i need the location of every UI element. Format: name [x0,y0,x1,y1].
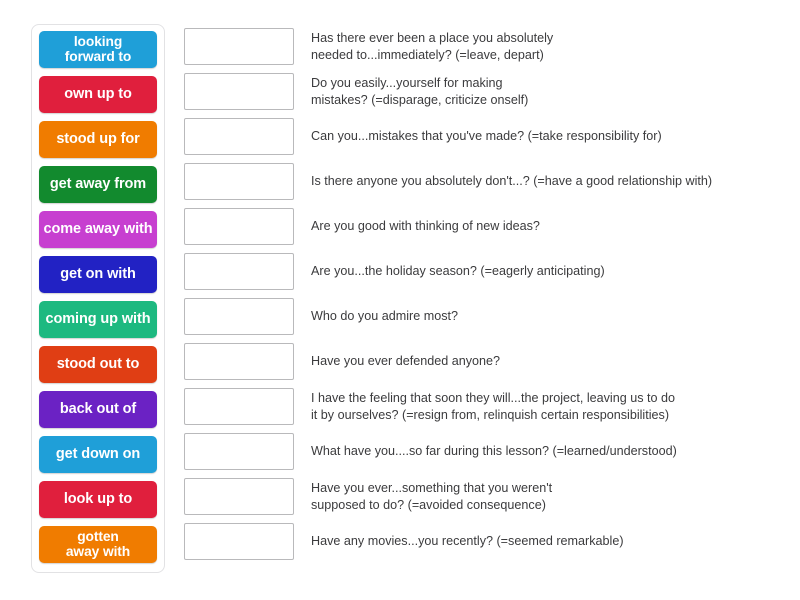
answer-dropzone[interactable] [184,208,294,245]
question-row: Do you easily...yourself for making mist… [184,69,784,114]
draggable-tile[interactable]: look up to [39,481,157,518]
draggable-tile[interactable]: gotten away with [39,526,157,563]
question-text: Who do you admire most? [311,309,458,324]
answer-dropzone[interactable] [184,478,294,515]
draggable-tile[interactable]: own up to [39,76,157,113]
question-text: Are you...the holiday season? (=eagerly … [311,264,605,279]
question-row: Are you good with thinking of new ideas? [184,204,784,249]
draggable-tiles-panel: looking forward to own up to stood up for ge… [31,24,165,573]
answer-dropzone[interactable] [184,388,294,425]
draggable-tile-label: own up to [64,85,132,102]
question-text: Have any movies...you recently? (=seemed… [311,534,624,549]
question-row: Have you ever...something that you weren… [184,474,784,519]
draggable-tile-label: get on with [60,265,136,282]
answer-dropzone[interactable] [184,343,294,380]
question-row: Have you ever defended anyone? [184,339,784,384]
draggable-tile-label: back out of [59,400,137,417]
question-row: Who do you admire most? [184,294,784,339]
question-text: I have the feeling that soon they will..… [311,390,676,422]
question-row: I have the feeling that soon they will..… [184,384,784,429]
draggable-tile[interactable]: get down on [39,436,157,473]
draggable-tile-label: come away with [43,220,153,237]
question-text: Have you ever defended anyone? [311,354,501,369]
question-row: What have you....so far during this less… [184,429,784,474]
answer-dropzone[interactable] [184,73,294,110]
draggable-tile-label: coming up with [45,310,151,327]
question-row: Is there anyone you absolutely don't...?… [184,159,784,204]
question-text: Is there anyone you absolutely don't...?… [311,174,713,189]
question-row: Are you...the holiday season? (=eagerly … [184,249,784,294]
answer-dropzone[interactable] [184,433,294,470]
draggable-tile[interactable]: get away from [39,166,157,203]
draggable-tile-label: stood up for [56,130,140,147]
match-up-activity: looking forward to own up to stood up for ge… [0,0,800,600]
draggable-tile[interactable]: stood up for [39,121,157,158]
answer-dropzone[interactable] [184,163,294,200]
question-text: Have you ever...something that you weren… [311,480,553,512]
draggable-tile-label: look up to [63,490,133,507]
question-text: Do you easily...yourself for making mist… [311,75,529,107]
question-text: What have you....so far during this less… [311,444,677,459]
draggable-tile[interactable]: looking forward to [39,31,157,68]
draggable-tile-label: looking forward to [64,34,132,64]
question-text: Has there ever been a place you absolute… [311,30,554,62]
question-text: Are you good with thinking of new ideas? [311,219,540,234]
draggable-tile[interactable]: come away with [39,211,157,248]
answer-dropzone[interactable] [184,28,294,65]
draggable-tile-label: stood out to [56,355,140,372]
draggable-tile[interactable]: stood out to [39,346,157,383]
question-row: Has there ever been a place you absolute… [184,24,784,69]
question-rows-list: Has there ever been a place you absolute… [184,24,784,564]
draggable-tile-label: gotten away with [65,529,131,559]
draggable-tile-label: get away from [49,175,147,192]
answer-dropzone[interactable] [184,523,294,560]
draggable-tile[interactable]: get on with [39,256,157,293]
draggable-tile[interactable]: coming up with [39,301,157,338]
answer-dropzone[interactable] [184,118,294,155]
draggable-tile[interactable]: back out of [39,391,157,428]
answer-dropzone[interactable] [184,298,294,335]
draggable-tile-label: get down on [55,445,141,462]
question-row: Have any movies...you recently? (=seemed… [184,519,784,564]
answer-dropzone[interactable] [184,253,294,290]
question-row: Can you...mistakes that you've made? (=t… [184,114,784,159]
question-text: Can you...mistakes that you've made? (=t… [311,129,662,144]
